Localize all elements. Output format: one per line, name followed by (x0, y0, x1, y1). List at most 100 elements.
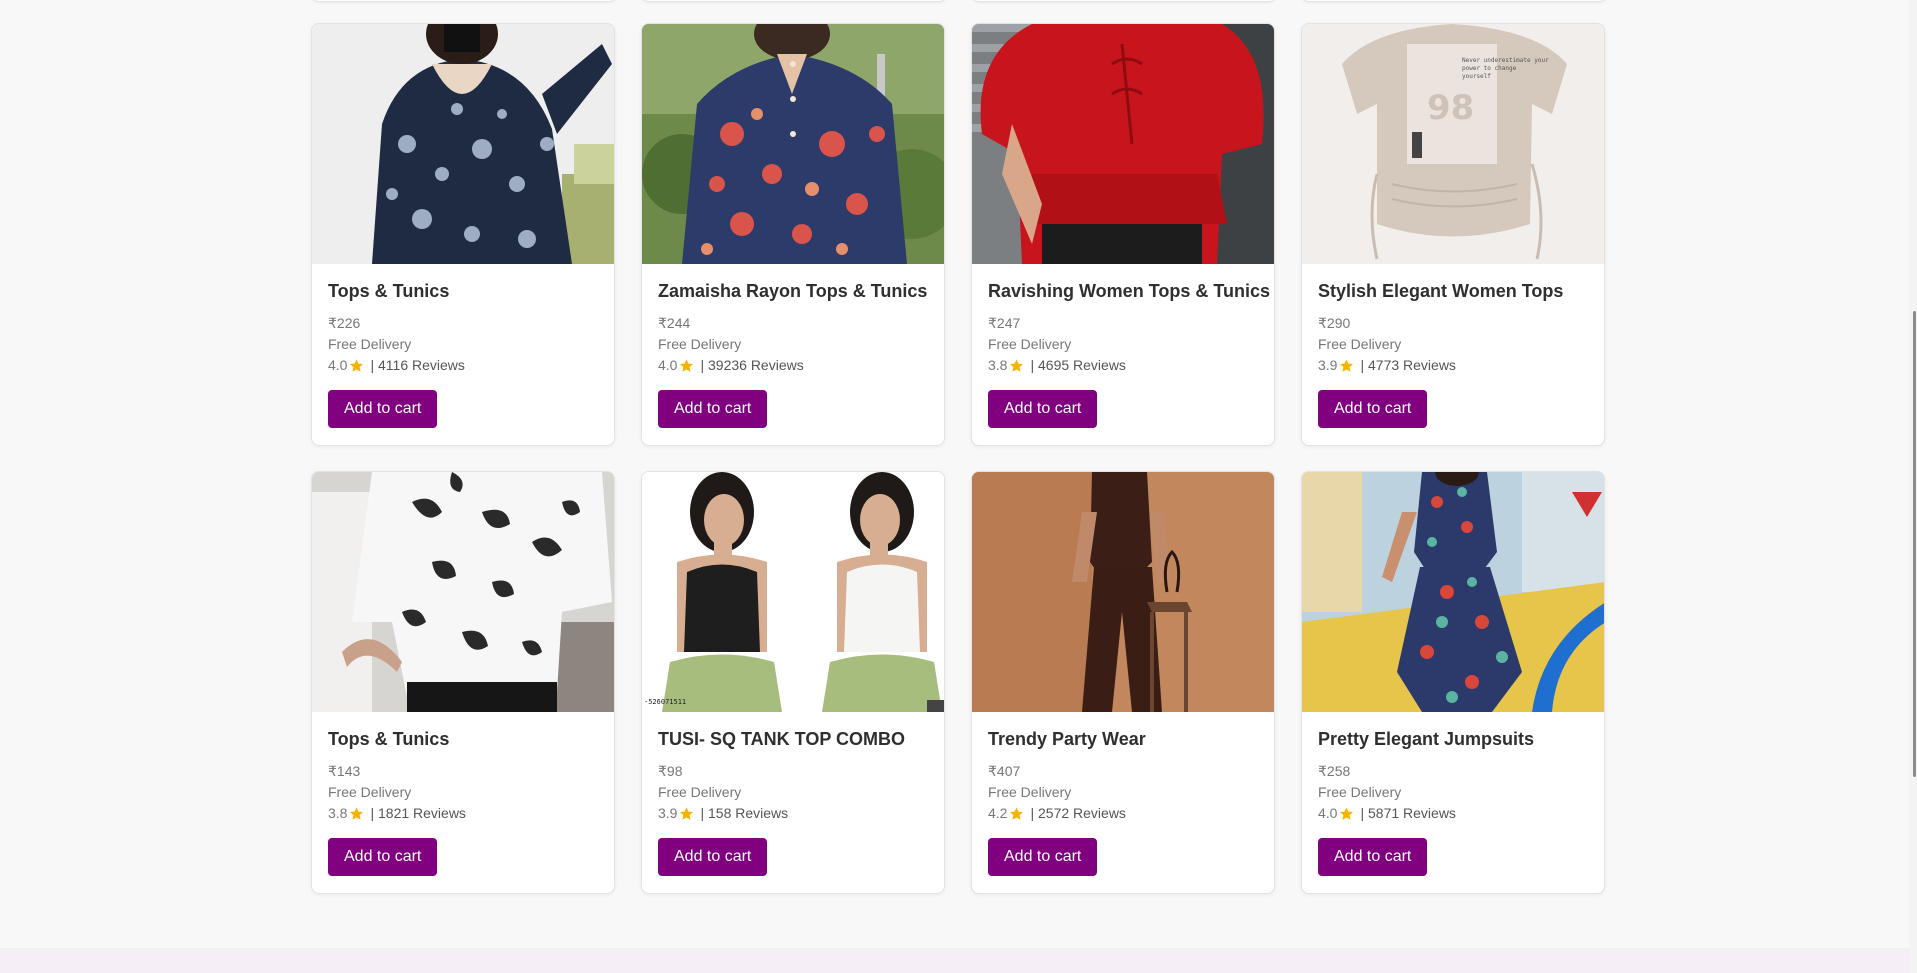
delivery-text: Free Delivery (988, 784, 1072, 800)
delivery-text: Free Delivery (1318, 784, 1402, 800)
rating-line: 3.8 | 4695 Reviews (988, 355, 1258, 376)
product-image[interactable] (312, 24, 614, 264)
printed-rayon-top-photo (642, 24, 944, 264)
product-card[interactable] (641, 0, 947, 2)
product-card[interactable]: Trendy Party Wear ₹407 Free Delivery 4.2… (971, 471, 1275, 894)
product-card[interactable]: Tops & Tunics ₹226 Free Delivery 4.0 | 4… (311, 23, 615, 446)
delivery-text: Free Delivery (328, 336, 412, 352)
vertical-scrollbar[interactable] (1909, 0, 1917, 973)
rating-line: 3.8 | 1821 Reviews (328, 803, 598, 824)
review-count: | 4773 Reviews (1360, 357, 1456, 373)
brown-party-wear-photo (972, 472, 1274, 712)
svg-text:98: 98 (1427, 88, 1474, 128)
printed-jumpsuit-photo (1302, 472, 1604, 712)
footer-band (0, 948, 1917, 973)
rating-value: 4.0 (328, 357, 348, 373)
product-card[interactable]: -526071511 TUSI- SQ TANK TOP COMBO ₹98 F… (641, 471, 945, 894)
tank-top-combo-photo (642, 472, 944, 712)
add-to-cart-button[interactable]: Add to cart (988, 838, 1098, 876)
product-card[interactable]: 98 Never underestimate your power to cha… (1301, 23, 1605, 446)
review-count: | 4695 Reviews (1030, 357, 1126, 373)
product-price: ₹143 (328, 763, 361, 779)
rating-line: 3.9 | 4773 Reviews (1318, 355, 1588, 376)
product-card[interactable] (971, 0, 1277, 2)
add-to-cart-button[interactable]: Add to cart (328, 838, 438, 876)
product-card[interactable]: Pretty Elegant Jumpsuits ₹258 Free Deliv… (1301, 471, 1605, 894)
product-card[interactable]: Zamaisha Rayon Tops & Tunics ₹244 Free D… (641, 23, 945, 446)
product-price: ₹258 (1318, 763, 1351, 779)
image-id-text: -526071511 (644, 698, 687, 706)
product-image[interactable] (642, 24, 944, 264)
product-title[interactable]: Ravishing Women Tops & Tunics (988, 280, 1270, 302)
product-image[interactable]: -526071511 (642, 472, 944, 712)
star-icon (350, 807, 364, 820)
rating-line: 4.0 | 39236 Reviews (658, 355, 928, 376)
delivery-text: Free Delivery (1318, 336, 1402, 352)
rating-value: 3.8 (328, 805, 348, 821)
rating-line: 4.0 | 5871 Reviews (1318, 803, 1588, 824)
scrollbar-thumb[interactable] (1913, 311, 1916, 777)
product-card[interactable] (311, 0, 617, 2)
product-price: ₹226 (328, 315, 361, 331)
rating-value: 4.0 (1318, 805, 1338, 821)
delivery-text: Free Delivery (328, 784, 412, 800)
tie-dye-top-photo (312, 472, 614, 712)
svg-text:yourself: yourself (1462, 73, 1491, 80)
product-title[interactable]: Stylish Elegant Women Tops (1318, 280, 1588, 302)
star-icon (1010, 359, 1024, 372)
add-to-cart-button[interactable]: Add to cart (988, 390, 1098, 428)
star-icon (1340, 359, 1354, 372)
product-card[interactable]: Tops & Tunics ₹143 Free Delivery 3.8 | 1… (311, 471, 615, 894)
rating-line: 4.0 | 4116 Reviews (328, 355, 598, 376)
add-to-cart-button[interactable]: Add to cart (1318, 838, 1428, 876)
product-grid: Tops & Tunics ₹226 Free Delivery 4.0 | 4… (311, 23, 1607, 894)
delivery-text: Free Delivery (988, 336, 1072, 352)
product-price: ₹247 (988, 315, 1021, 331)
product-card[interactable]: Ravishing Women Tops & Tunics ₹247 Free … (971, 23, 1275, 446)
rating-value: 4.2 (988, 805, 1008, 821)
star-icon (350, 359, 364, 372)
product-title[interactable]: TUSI- SQ TANK TOP COMBO (658, 728, 928, 750)
product-price: ₹244 (658, 315, 691, 331)
rating-value: 3.8 (988, 357, 1008, 373)
add-to-cart-button[interactable]: Add to cart (328, 390, 438, 428)
product-price: ₹407 (988, 763, 1021, 779)
svg-text:power to change: power to change (1462, 65, 1517, 72)
review-count: | 158 Reviews (700, 805, 789, 821)
review-count: | 5871 Reviews (1360, 805, 1456, 821)
star-icon (1010, 807, 1024, 820)
product-image[interactable]: 98 Never underestimate your power to cha… (1302, 24, 1604, 264)
rating-value: 3.9 (1318, 357, 1338, 373)
star-icon (1340, 807, 1354, 820)
product-image[interactable] (972, 24, 1274, 264)
product-image[interactable] (1302, 472, 1604, 712)
product-title[interactable]: Pretty Elegant Jumpsuits (1318, 728, 1588, 750)
product-price: ₹98 (658, 763, 683, 779)
rating-line: 3.9 | 158 Reviews (658, 803, 928, 824)
product-image[interactable] (972, 472, 1274, 712)
product-title[interactable]: Zamaisha Rayon Tops & Tunics (658, 280, 928, 302)
review-count: | 4116 Reviews (370, 357, 465, 373)
product-title[interactable]: Tops & Tunics (328, 280, 598, 302)
product-title[interactable]: Tops & Tunics (328, 728, 598, 750)
product-price: ₹290 (1318, 315, 1351, 331)
rating-line: 4.2 | 2572 Reviews (988, 803, 1258, 824)
delivery-text: Free Delivery (658, 784, 742, 800)
product-title[interactable]: Trendy Party Wear (988, 728, 1258, 750)
add-to-cart-button[interactable]: Add to cart (1318, 390, 1428, 428)
beige-graphic-top-photo: 98 Never underestimate your power to cha… (1302, 24, 1604, 264)
delivery-text: Free Delivery (658, 336, 742, 352)
product-image[interactable] (312, 472, 614, 712)
star-icon (680, 807, 694, 820)
add-to-cart-button[interactable]: Add to cart (658, 390, 768, 428)
review-count: | 39236 Reviews (700, 357, 804, 373)
add-to-cart-button[interactable]: Add to cart (658, 838, 768, 876)
product-listing-page: Tops & Tunics ₹226 Free Delivery 4.0 | 4… (0, 0, 1917, 973)
review-count: | 2572 Reviews (1030, 805, 1126, 821)
rating-value: 4.0 (658, 357, 678, 373)
rating-value: 3.9 (658, 805, 678, 821)
shirt-print-text: Never underestimate your (1462, 57, 1549, 64)
floral-tunic-photo (312, 24, 614, 264)
product-card[interactable] (1301, 0, 1607, 2)
star-icon (680, 359, 694, 372)
